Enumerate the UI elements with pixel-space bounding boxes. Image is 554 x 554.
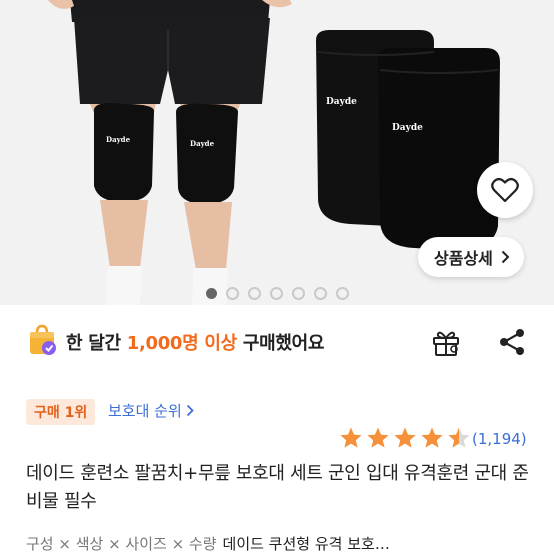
heart-icon (491, 178, 519, 203)
svg-text:Dayde: Dayde (326, 97, 357, 107)
purchase-count-banner: 한 달간 1,000명 이상 구매했어요 (0, 320, 554, 366)
review-count-link[interactable]: (1,194) (472, 430, 527, 448)
carousel-dot[interactable] (269, 287, 283, 300)
purchase-count-text: 한 달간 1,000명 이상 구매했어요 (66, 329, 324, 355)
chevron-right-icon (186, 404, 194, 417)
star-icon (367, 427, 389, 448)
carousel-dot[interactable] (225, 287, 239, 300)
shopping-bag-icon (30, 324, 56, 355)
wishlist-button[interactable] (477, 162, 533, 218)
gift-icon[interactable] (430, 326, 462, 358)
share-icon[interactable] (496, 326, 528, 358)
carousel-dot[interactable] (247, 287, 261, 300)
carousel-dot[interactable] (205, 288, 217, 299)
rating-stars[interactable] (338, 426, 472, 450)
purchase-prefix: 한 달간 (66, 333, 127, 354)
option-summary-row[interactable]: 구성 × 색상 × 사이즈 × 수량 데이드 쿠션형 유격 보호… (26, 533, 554, 554)
svg-text:Dayde: Dayde (106, 135, 131, 144)
product-detail-label: 상품상세 (434, 249, 493, 268)
chevron-right-icon (501, 250, 510, 264)
category-rank-label: 보호대 순위 (108, 402, 182, 420)
svg-text:Dayde: Dayde (392, 123, 423, 133)
category-rank-link[interactable]: 보호대 순위 (108, 400, 194, 421)
carousel-dot[interactable] (335, 287, 349, 300)
purchase-count: 1,000명 이상 (126, 333, 237, 354)
carousel-dot[interactable] (291, 287, 305, 300)
star-icon (340, 427, 362, 448)
product-detail-button[interactable]: 상품상세 (418, 237, 524, 277)
carousel-dot[interactable] (313, 287, 327, 300)
svg-text:Dayde: Dayde (190, 139, 215, 148)
product-title: 데이드 훈련소 팔꿈치+무릎 보호대 세트 군인 입대 유격훈련 군대 준비물 … (26, 463, 529, 512)
option-product-name: 데이드 쿠션형 유격 보호… (222, 535, 390, 553)
purchase-suffix: 구매했어요 (236, 333, 325, 354)
star-icon (421, 427, 443, 448)
rank-badge: 구매 1위 (26, 399, 96, 425)
product-image-carousel[interactable]: Dayde Dayde Dayde Dayde 상품상세 (0, 0, 554, 305)
carousel-indicator (0, 287, 554, 301)
option-summary: 구성 × 색상 × 사이즈 × 수량 (26, 535, 217, 553)
star-icon (394, 427, 416, 448)
half-star-icon (448, 427, 470, 448)
